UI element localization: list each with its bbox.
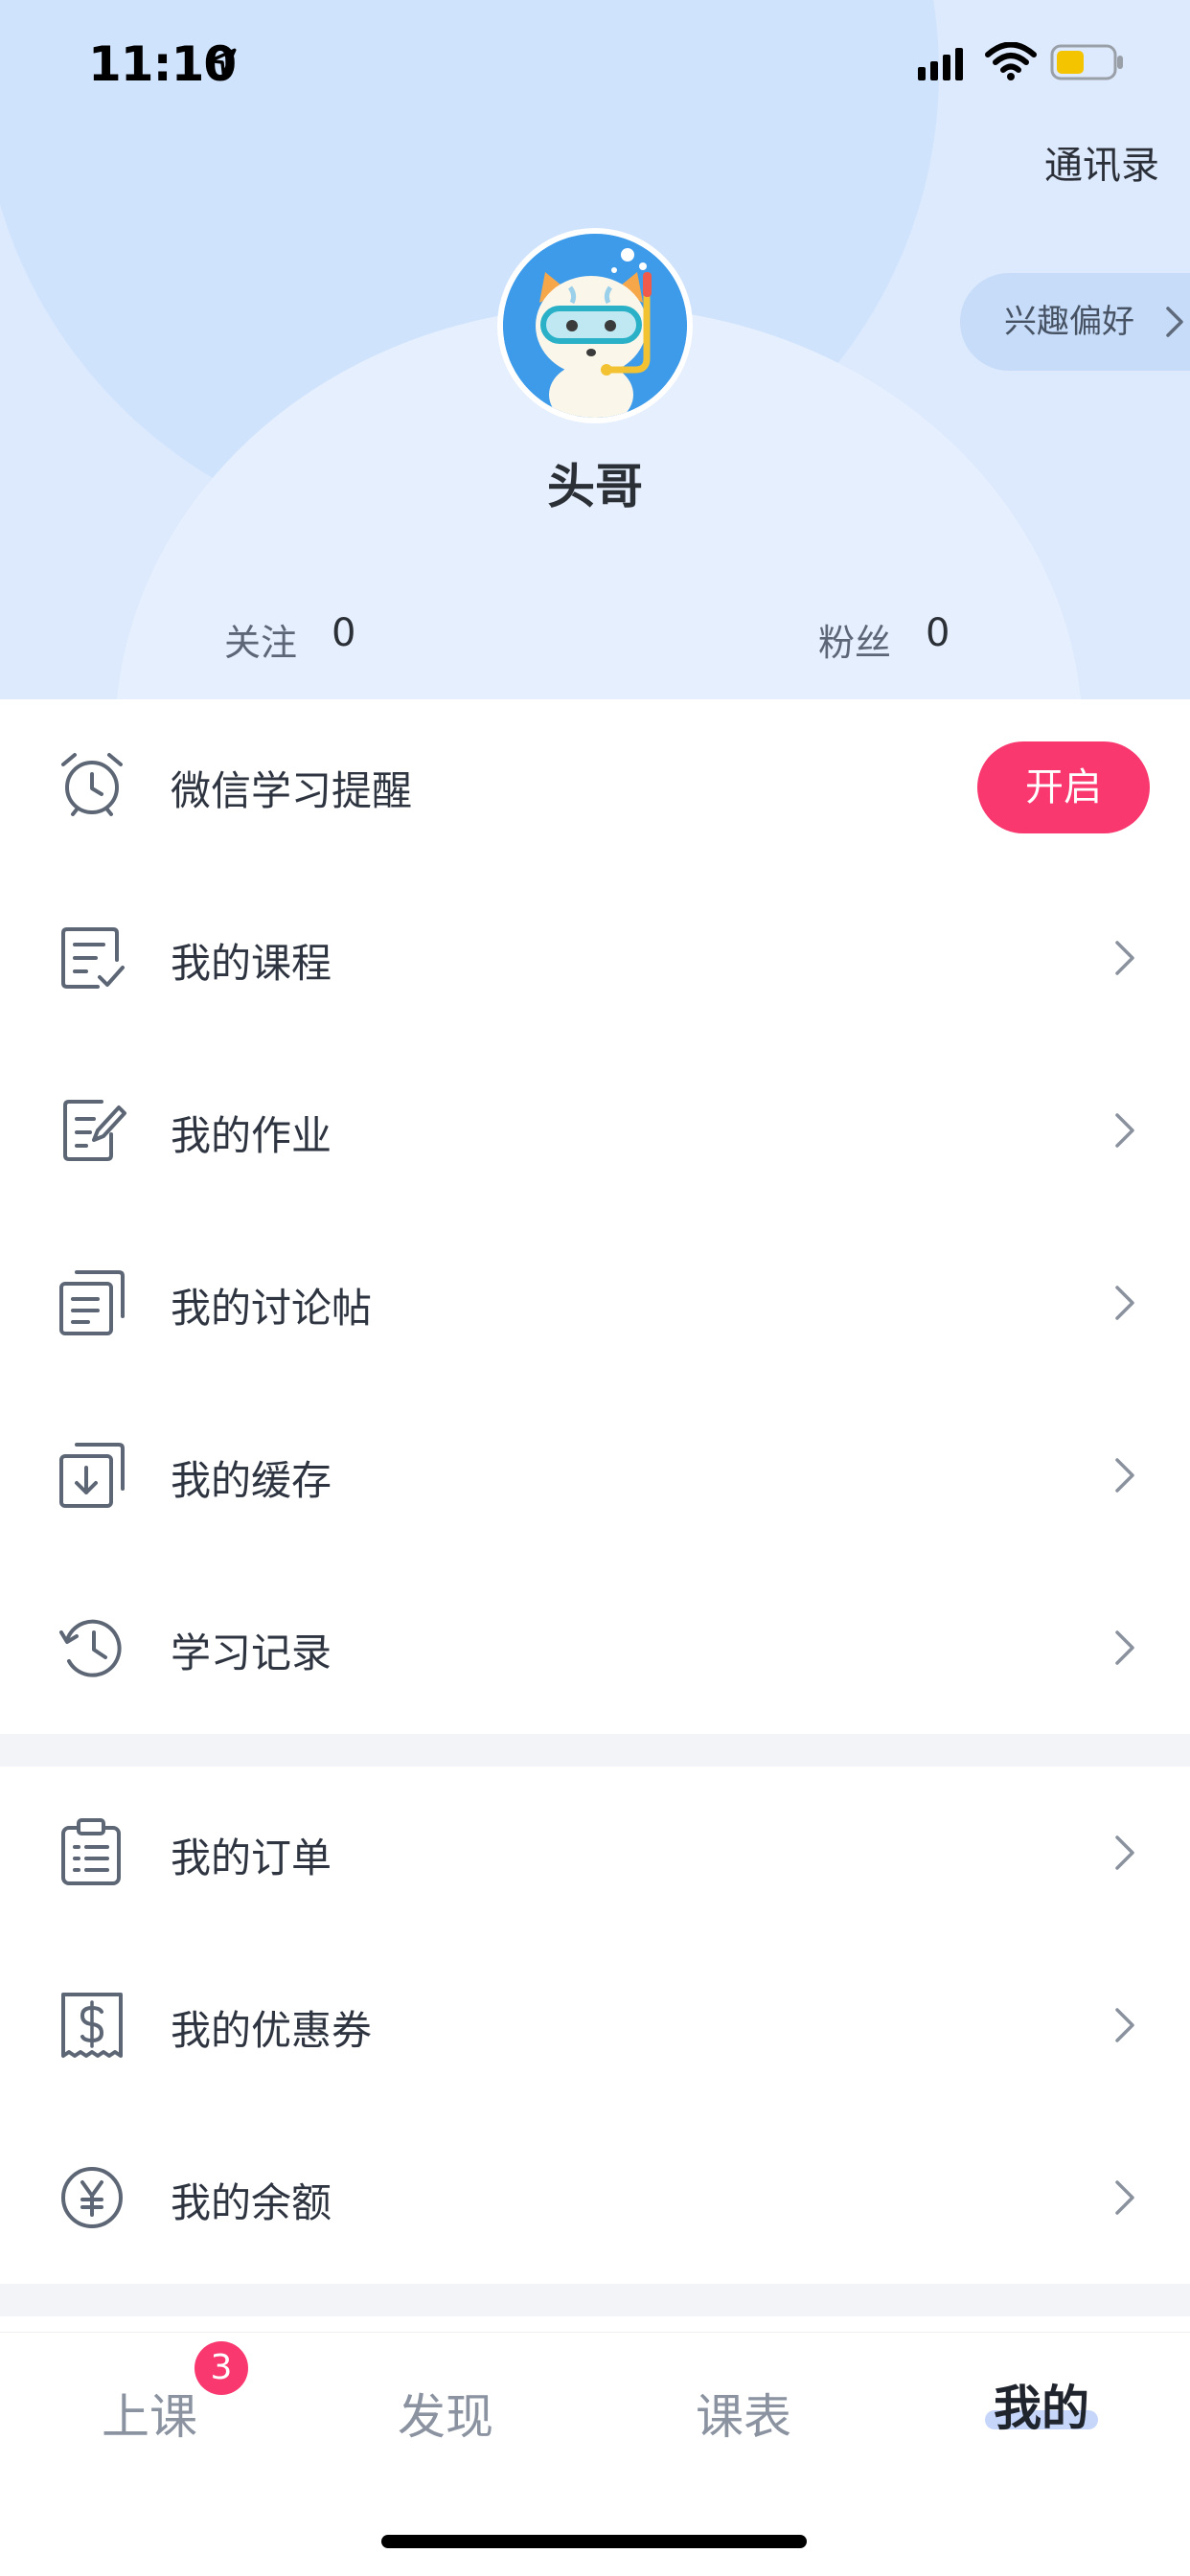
menu-item-my-cache[interactable]: 我的缓存 bbox=[0, 1389, 1190, 1562]
order-clipboard-icon bbox=[61, 1818, 121, 1885]
menu-item-label: 我的订单 bbox=[171, 1835, 332, 1881]
section-divider bbox=[0, 2284, 1190, 2316]
battery-icon bbox=[1050, 44, 1123, 80]
chevron-right-icon bbox=[1166, 307, 1183, 337]
cellular-signal-icon bbox=[918, 48, 963, 80]
discussion-doc-icon bbox=[59, 1270, 125, 1335]
menu-item-label: 我的作业 bbox=[171, 1112, 332, 1159]
following-label[interactable]: 关注 bbox=[224, 613, 297, 666]
wifi-icon bbox=[985, 42, 1037, 80]
contacts-link[interactable]: 通讯录 bbox=[1044, 134, 1159, 190]
profile-header: 11:10 通讯录 兴趣偏好 头哥 关注 0 粉丝 0 bbox=[0, 0, 1190, 699]
chevron-right-icon bbox=[1115, 1630, 1134, 1665]
download-cache-icon bbox=[59, 1443, 125, 1508]
menu-item-label: 我的缓存 bbox=[171, 1457, 332, 1504]
chevron-right-icon bbox=[1115, 1835, 1134, 1870]
menu-item-my-balance[interactable]: 我的余额 bbox=[0, 2111, 1190, 2284]
wechat-reminder-label: 微信学习提醒 bbox=[171, 767, 413, 814]
tab-discover[interactable]: 发现 bbox=[331, 2379, 561, 2448]
notification-badge: 3 bbox=[195, 2341, 248, 2395]
menu-item-label: 学习记录 bbox=[171, 1630, 332, 1676]
interest-preference-button[interactable]: 兴趣偏好 bbox=[960, 273, 1190, 371]
wechat-reminder-row: 微信学习提醒 开启 bbox=[0, 699, 1190, 872]
interest-preference-label: 兴趣偏好 bbox=[1004, 303, 1134, 341]
avatar[interactable] bbox=[497, 228, 693, 423]
menu-item-my-homework[interactable]: 我的作业 bbox=[0, 1044, 1190, 1217]
status-bar: 11:10 bbox=[0, 0, 1190, 125]
alarm-clock-icon bbox=[61, 753, 123, 816]
menu-item-label: 我的余额 bbox=[171, 2179, 332, 2226]
balance-yen-icon bbox=[61, 2167, 123, 2228]
enable-reminder-button[interactable]: 开启 bbox=[977, 741, 1150, 833]
menu-item-my-orders[interactable]: 我的订单 bbox=[0, 1767, 1190, 1939]
chevron-right-icon bbox=[1115, 1458, 1134, 1493]
chevron-right-icon bbox=[1115, 1286, 1134, 1320]
chevron-right-icon bbox=[1115, 1113, 1134, 1148]
section-divider bbox=[0, 1734, 1190, 1767]
followers-label[interactable]: 粉丝 bbox=[818, 613, 891, 666]
chevron-right-icon bbox=[1115, 2180, 1134, 2215]
menu-item-my-courses[interactable]: 我的课程 bbox=[0, 872, 1190, 1044]
coupon-ticket-icon bbox=[61, 1993, 123, 2058]
chevron-right-icon bbox=[1115, 2008, 1134, 2042]
menu-item-label: 我的课程 bbox=[171, 940, 332, 987]
home-indicator bbox=[381, 2535, 807, 2548]
course-checklist-icon bbox=[61, 927, 125, 989]
menu-item-label: 我的讨论帖 bbox=[171, 1285, 373, 1332]
location-arrow-icon bbox=[208, 48, 237, 77]
username: 头哥 bbox=[547, 459, 643, 514]
menu-item-study-history[interactable]: 学习记录 bbox=[0, 1562, 1190, 1734]
menu-item-my-coupons[interactable]: 我的优惠券 bbox=[0, 1939, 1190, 2111]
chevron-right-icon bbox=[1115, 941, 1134, 975]
tab-schedule[interactable]: 课表 bbox=[629, 2379, 858, 2448]
homework-edit-icon bbox=[63, 1100, 126, 1161]
cat-diver-avatar-icon bbox=[503, 234, 687, 418]
following-count[interactable]: 0 bbox=[332, 611, 355, 655]
menu-item-my-discussions[interactable]: 我的讨论帖 bbox=[0, 1217, 1190, 1389]
history-clock-icon bbox=[59, 1619, 122, 1677]
menu-item-label: 我的优惠券 bbox=[171, 2007, 373, 2054]
followers-count[interactable]: 0 bbox=[926, 611, 950, 655]
tab-mine[interactable]: 我的 bbox=[927, 2370, 1156, 2439]
